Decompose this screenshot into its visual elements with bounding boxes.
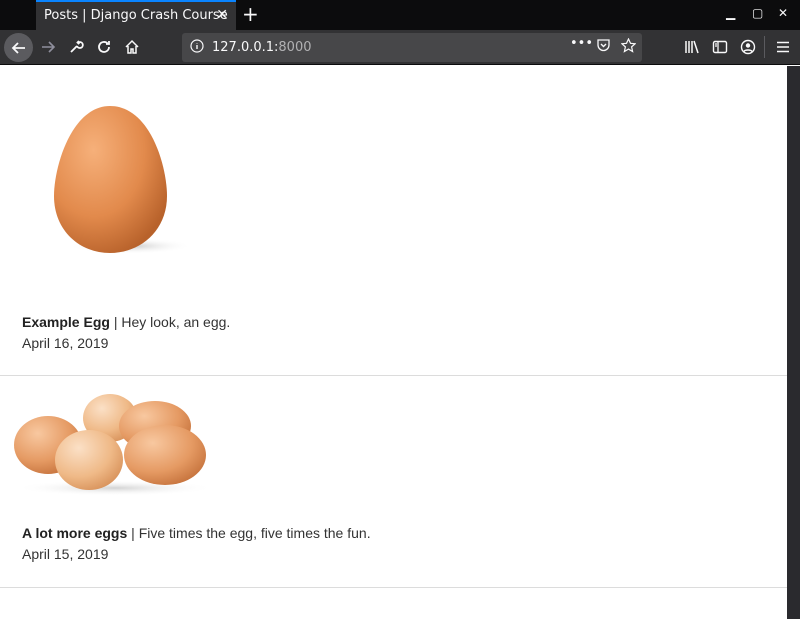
toolbar-divider [764, 36, 765, 58]
post-date: April 15, 2019 [22, 546, 109, 562]
page-scrollbar[interactable] [787, 66, 800, 619]
post-separator: | [113, 314, 118, 330]
bookmark-star-icon[interactable] [620, 37, 637, 57]
back-button[interactable] [4, 33, 33, 62]
post-title[interactable]: Example Egg [22, 314, 110, 330]
pocket-icon[interactable] [596, 38, 611, 57]
post-heading: Example Egg | Hey look, an egg. [22, 314, 230, 330]
hamburger-menu-icon [777, 41, 789, 53]
reload-icon [98, 41, 110, 53]
new-tab-icon[interactable]: + [242, 2, 259, 26]
account-button[interactable] [736, 35, 760, 59]
sidebar-icon [712, 40, 728, 54]
post-thumbnail-single-egg [54, 106, 192, 254]
back-arrow-icon [11, 41, 25, 54]
post-item: A lot more eggs | Five times the egg, fi… [0, 376, 787, 588]
library-button[interactable] [680, 35, 704, 59]
home-icon [125, 39, 139, 54]
maximize-icon[interactable]: ▢ [752, 6, 763, 20]
forward-arrow-icon [42, 41, 56, 53]
close-window-icon[interactable]: ✕ [778, 6, 788, 20]
url-port: 8000 [278, 40, 312, 55]
url-text[interactable]: 127.0.0.1:8000 [212, 40, 312, 55]
post-title[interactable]: A lot more eggs [22, 525, 127, 541]
post-description: Hey look, an egg. [121, 314, 231, 330]
sidebar-button[interactable] [708, 35, 732, 59]
post-separator: | [131, 525, 135, 541]
post-date: April 16, 2019 [22, 335, 109, 351]
tab-active[interactable]: Posts | Django Crash Course ✕ [36, 0, 236, 30]
home-button[interactable] [120, 35, 144, 59]
wrench-icon [70, 40, 84, 53]
reload-button[interactable] [92, 35, 116, 59]
page-viewport: Example Egg | Hey look, an egg. April 16… [0, 66, 787, 619]
account-icon [740, 39, 756, 55]
nav-toolbar: 127.0.0.1:8000 ••• [0, 30, 800, 65]
tab-title: Posts | Django Crash Course [44, 8, 228, 23]
url-bar[interactable]: 127.0.0.1:8000 ••• [182, 33, 642, 62]
page-actions-icon[interactable]: ••• [570, 36, 593, 51]
developer-tools-button[interactable] [64, 35, 88, 59]
tab-close-icon[interactable]: ✕ [216, 7, 228, 23]
tab-strip: Posts | Django Crash Course ✕ + ▁ ▢ ✕ [0, 0, 800, 30]
menu-button[interactable] [771, 35, 795, 59]
url-host: 127.0.0.1: [212, 40, 279, 55]
post-thumbnail-five-eggs [14, 394, 215, 496]
forward-button[interactable] [36, 35, 60, 59]
post-heading: A lot more eggs | Five times the egg, fi… [22, 525, 371, 541]
minimize-icon[interactable]: ▁ [726, 6, 735, 20]
post-description: Five times the egg, five times the fun. [138, 525, 371, 541]
post-item: Example Egg | Hey look, an egg. April 16… [0, 66, 787, 376]
site-info-icon[interactable] [190, 38, 204, 57]
library-icon [685, 40, 699, 54]
